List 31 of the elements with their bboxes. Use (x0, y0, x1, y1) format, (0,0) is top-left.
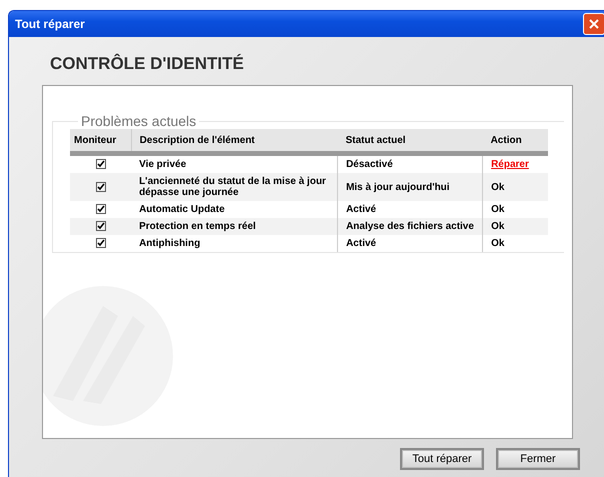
table-cell: Activé (346, 204, 376, 215)
table-cell: L'ancienneté du statut de la mise à jour dépasse une journée (139, 176, 326, 198)
table-cell: Antiphishing (139, 238, 200, 249)
close-icon (588, 18, 600, 30)
close-button[interactable] (583, 13, 604, 35)
table-cell: Activé (346, 238, 376, 249)
checkbox[interactable] (96, 221, 106, 232)
repair-link[interactable]: Réparer (491, 159, 529, 170)
column-header: Description de l'élément (131, 129, 338, 154)
table-cell: Mis à jour aujourd'hui (346, 182, 450, 192)
window-title: Tout réparer (15, 17, 85, 31)
table-cell: Vie privée (139, 159, 186, 170)
section-heading: CONTRÔLE D'IDENTITÉ (50, 54, 245, 74)
table-cell: Analyse des fichiers active (346, 221, 474, 232)
table-cell: Automatic Update (139, 204, 225, 215)
table-cell: Désactivé (346, 159, 393, 170)
table-cell: Ok (491, 204, 504, 215)
column-header: Statut actuel (338, 129, 483, 154)
column-header: Action (482, 129, 548, 154)
checkbox[interactable] (96, 238, 106, 248)
table-cell: Ok (491, 238, 504, 249)
table-cell: Ok (491, 221, 504, 232)
table-cell: Protection en temps réel (139, 221, 256, 232)
checkbox[interactable] (96, 182, 106, 192)
dialog-button[interactable]: Fermer (496, 448, 580, 470)
checkbox[interactable] (96, 159, 106, 170)
group-legend: Problèmes actuels (78, 113, 200, 129)
column-header: Moniteur (70, 129, 132, 154)
dialog-button[interactable]: Tout réparer (400, 448, 484, 470)
table-cell: Ok (491, 182, 504, 192)
checkbox[interactable] (96, 204, 106, 214)
